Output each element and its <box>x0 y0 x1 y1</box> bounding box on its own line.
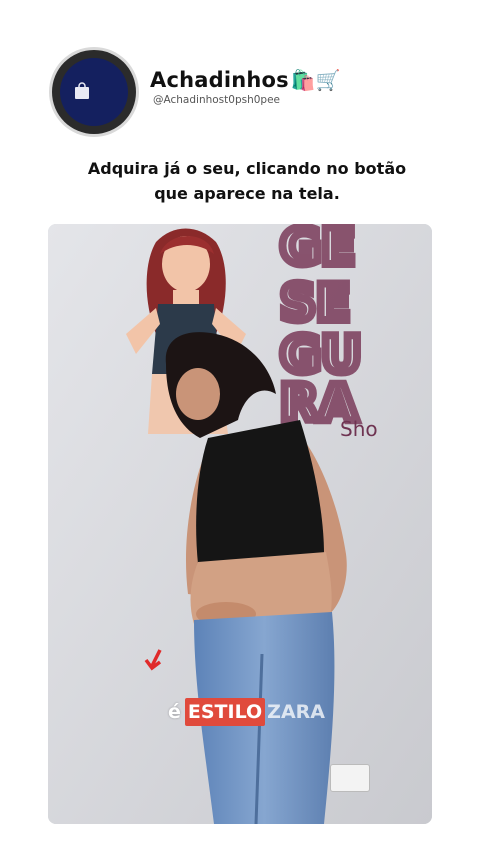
overlay-highlight: ESTILO <box>184 698 266 726</box>
wall-letters-se: SE <box>280 274 350 332</box>
wall-outlet <box>330 764 370 792</box>
profile-name-row: Achadinhos 🛍️🛒 <box>150 64 341 96</box>
caption-line-1: Adquira já o seu, clicando no botão <box>87 159 407 178</box>
video-player[interactable]: GE SE GU RA Sho é ESTILO ZARA <box>48 224 432 824</box>
svg-text:GE: GE <box>280 224 355 276</box>
overlay-prefix: é <box>168 701 181 723</box>
profile-name[interactable]: Achadinhos <box>150 68 289 92</box>
wall-letters-small: Sho <box>340 417 378 441</box>
shopping-bag-icon <box>75 82 89 99</box>
profile-handle[interactable]: @Achadinhost0psh0pee <box>153 94 280 106</box>
video-text-overlay: é ESTILO ZARA <box>168 698 325 726</box>
video-frame: GE SE GU RA Sho <box>48 224 432 824</box>
post-header: Achadinhos 🛍️🛒 @Achadinhost0psh0pee <box>0 0 480 150</box>
shopping-emoji-icon: 🛍️🛒 <box>290 68 341 92</box>
avatar-badge <box>60 58 128 126</box>
post-caption: Adquira já o seu, clicando no botão que … <box>60 156 434 206</box>
wall-letters: GE SE GU RA <box>276 224 366 436</box>
profile-avatar[interactable] <box>52 50 136 134</box>
overlay-suffix: ZARA <box>267 701 325 723</box>
caption-line-2: que aparece na tela. <box>154 184 340 203</box>
